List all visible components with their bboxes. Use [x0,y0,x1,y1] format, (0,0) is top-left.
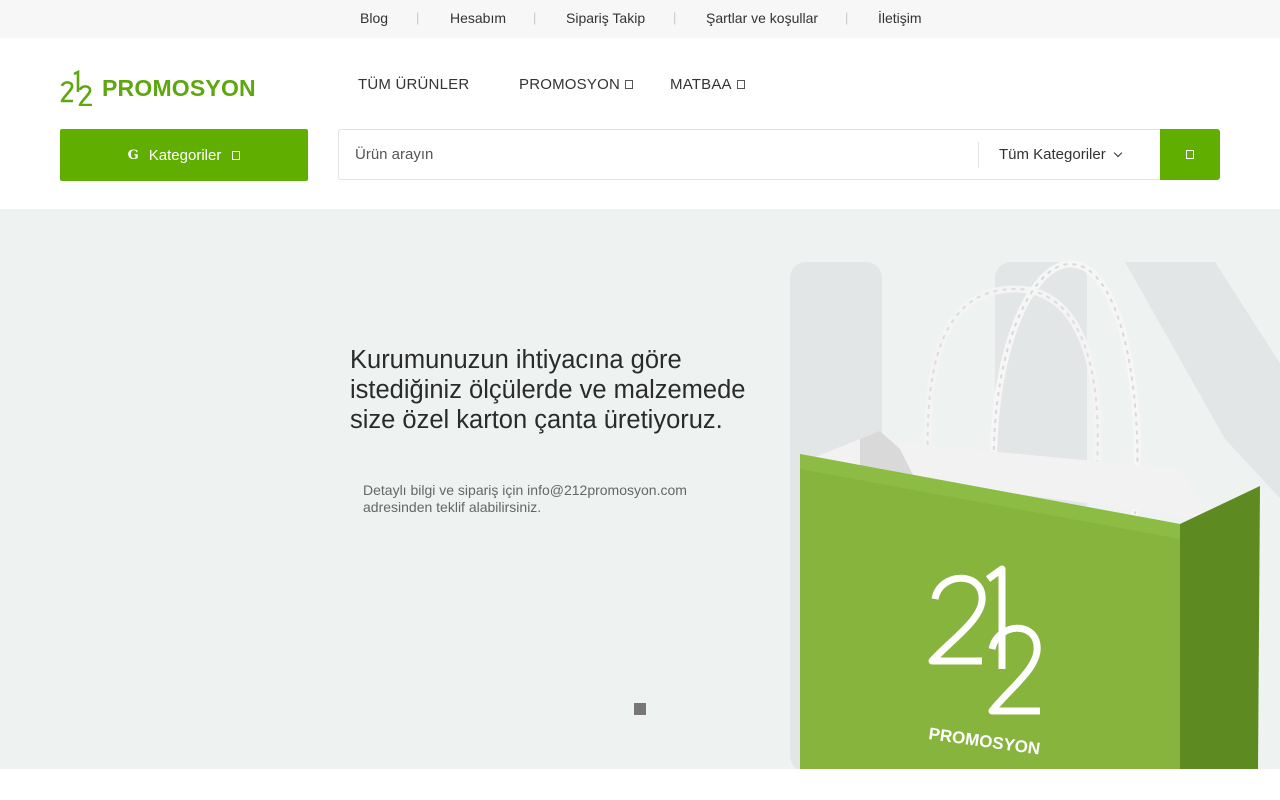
logo-mark-icon [60,70,92,106]
search-divider [978,142,979,168]
search-category-value: Tüm Kategoriler [999,146,1106,163]
hero-title: Kurumunuzun ihtiyacına göre istediğiniz … [350,346,746,434]
top-bar: Blog | Hesabım | Sipariş Takip | Şartlar… [0,0,1280,38]
categories-button[interactable]: G Kategoriler [60,129,308,181]
topbar-link-terms[interactable]: Şartlar ve koşullar [706,10,818,26]
chevron-down-icon [232,150,241,160]
categories-label: Kategoriler [148,146,222,164]
hero-banner: Kurumunuzun ihtiyacına göre istediğiniz … [0,209,1280,769]
search-bar: Tüm Kategoriler [338,129,1220,180]
topbar-separator: | [416,10,420,25]
chevron-down-icon [624,80,633,89]
hero-subtitle: Detaylı bilgi ve sipariş için info@212pr… [363,482,687,515]
slider-dot[interactable] [634,703,646,715]
nav-promosyon[interactable]: PROMOSYON [519,76,633,93]
topbar-separator: | [845,10,849,25]
topbar-link-account[interactable]: Hesabım [450,10,506,26]
search-button[interactable] [1160,129,1220,180]
topbar-link-blog[interactable]: Blog [360,10,388,26]
topbar-separator: | [533,10,537,25]
topbar-link-order-tracking[interactable]: Sipariş Takip [566,10,645,26]
search-icon [1186,150,1194,159]
chevron-down-icon [736,80,745,89]
nav-label: MATBAA [670,76,732,93]
nav-label: PROMOSYON [519,76,620,93]
logo-text: PROMOSYON [102,74,256,101]
search-category-select[interactable]: Tüm Kategoriler [999,146,1122,163]
shopping-bag-image: PROMOSYON [790,260,1280,769]
topbar-separator: | [673,10,677,25]
topbar-link-contact[interactable]: İletişim [878,10,922,26]
site-logo[interactable]: PROMOSYON [60,70,256,106]
nav-matbaa[interactable]: MATBAA [670,76,745,93]
chevron-down-icon [1113,148,1122,158]
nav-label: TÜM ÜRÜNLER [358,76,470,93]
search-input[interactable] [340,131,976,178]
category-icon: G [127,147,139,163]
nav-all-products[interactable]: TÜM ÜRÜNLER [358,76,469,93]
